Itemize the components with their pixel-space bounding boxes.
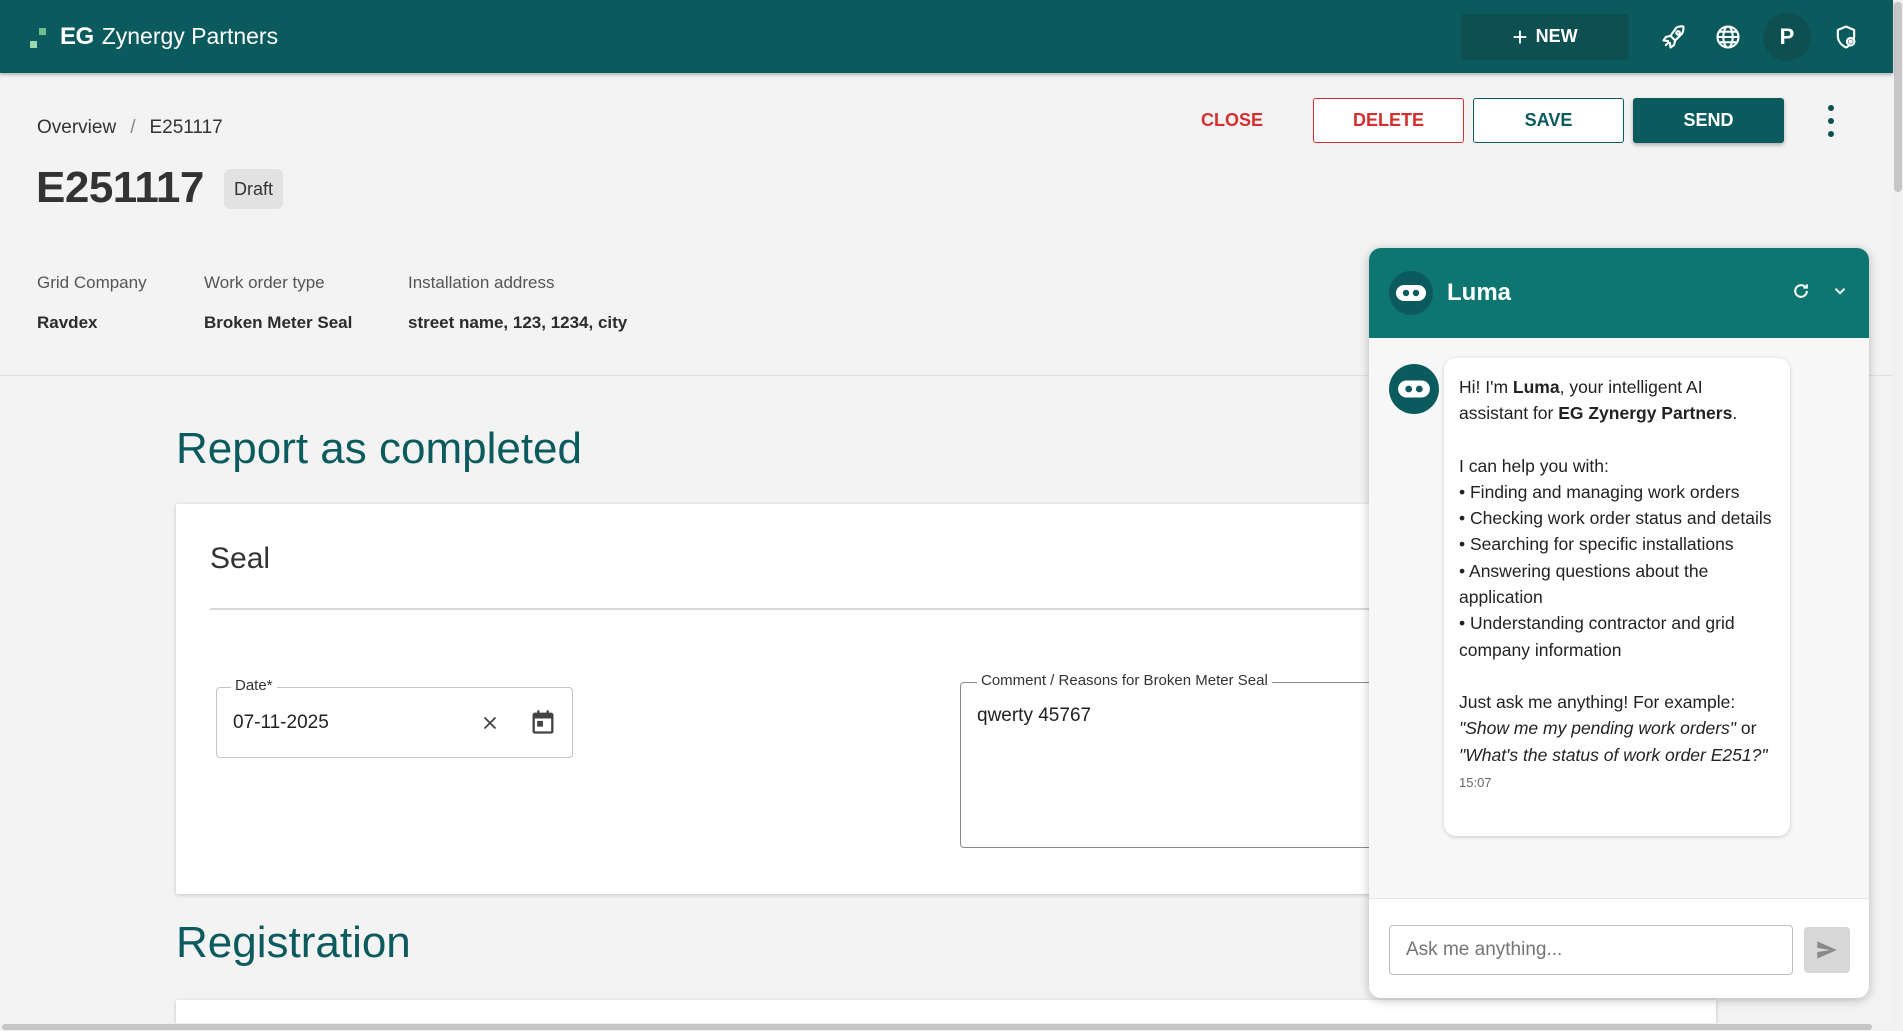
registration-section-title: Registration: [176, 918, 411, 967]
work-order-type-label: Work order type: [204, 273, 325, 292]
installation-address-value: street name, 123, 1234, city: [408, 313, 628, 332]
date-field[interactable]: Date* 07-11-2025: [216, 677, 573, 758]
grid-company-label: Grid Company: [37, 273, 147, 292]
brand-logo[interactable]: EG Zynergy Partners: [30, 23, 278, 51]
intro-text: Hi! I'm Luma, your intelligent AI assist…: [1459, 377, 1738, 424]
work-order-type-value: Broken Meter Seal: [204, 313, 353, 332]
calendar-icon[interactable]: [529, 708, 557, 741]
example-text: "Show me my pending work orders" or "Wha…: [1459, 718, 1768, 765]
close-button[interactable]: CLOSE: [1201, 110, 1263, 131]
status-badge: Draft: [224, 169, 284, 209]
globe-icon[interactable]: [1707, 16, 1749, 58]
report-section-title: Report as completed: [176, 424, 582, 473]
horizontal-scrollbar[interactable]: [0, 1023, 1893, 1031]
assistant-message: Hi! I'm Luma, your intelligent AI assist…: [1444, 358, 1790, 836]
brand-name: Zynergy Partners: [101, 23, 279, 49]
message-timestamp: 15:07: [1459, 774, 1492, 790]
list-item: • Checking work order status and details: [1459, 508, 1772, 529]
send-message-button[interactable]: [1804, 927, 1850, 973]
close-icon[interactable]: [479, 712, 501, 739]
list-item: • Searching for specific installations: [1459, 534, 1734, 555]
chevron-down-icon[interactable]: [1831, 282, 1849, 305]
list-item: • Understanding contractor and grid comp…: [1459, 613, 1735, 660]
comment-field-value[interactable]: qwerty 45767: [977, 705, 1091, 727]
send-icon: [1817, 941, 1837, 959]
list-item: • Answering questions about the applicat…: [1459, 560, 1709, 608]
seal-card-title: Seal: [210, 542, 271, 575]
chat-input[interactable]: [1389, 925, 1793, 975]
top-app-bar: EG Zynergy Partners + NEW P: [0, 0, 1893, 73]
vertical-scrollbar[interactable]: [1893, 0, 1903, 1031]
breadcrumb-separator: /: [130, 117, 136, 138]
date-field-label: Date*: [231, 677, 277, 694]
bot-icon: [1389, 271, 1433, 315]
chat-footer: [1369, 898, 1869, 998]
new-button-label: NEW: [1535, 26, 1578, 46]
example-lead: Just ask me anything! For example:: [1459, 691, 1736, 712]
grid-company-value: Ravdex: [37, 313, 98, 332]
luma-chat-panel: Luma Hi! I'm Luma, your intelligent AI a…: [1369, 248, 1869, 998]
chat-messages[interactable]: Hi! I'm Luma, your intelligent AI assist…: [1369, 338, 1869, 898]
brand-mark-icon: [30, 26, 52, 48]
breadcrumb-overview-link[interactable]: Overview: [37, 117, 116, 139]
rocket-icon[interactable]: [1653, 16, 1695, 58]
date-field-value[interactable]: 07-11-2025: [233, 712, 329, 734]
bot-icon: [1389, 364, 1439, 414]
new-button[interactable]: + NEW: [1461, 13, 1629, 60]
user-avatar[interactable]: P: [1763, 12, 1811, 61]
chat-title: Luma: [1447, 279, 1512, 306]
installation-address-label: Installation address: [408, 273, 555, 292]
plus-icon: +: [1512, 21, 1528, 52]
brand-short: EG: [60, 22, 94, 50]
page-title: E251117: [36, 163, 204, 212]
list-item: • Finding and managing work orders: [1459, 481, 1740, 502]
comment-field-label: Comment / Reasons for Broken Meter Seal: [977, 672, 1272, 689]
chat-header: Luma: [1369, 248, 1869, 338]
save-button[interactable]: SAVE: [1473, 98, 1624, 143]
breadcrumb: Overview / E251117: [37, 117, 223, 139]
breadcrumb-current: E251117: [149, 117, 223, 138]
refresh-icon[interactable]: [1791, 281, 1811, 306]
help-heading: I can help you with:: [1459, 455, 1609, 476]
send-button[interactable]: SEND: [1633, 98, 1784, 143]
shield-gear-icon[interactable]: [1825, 16, 1867, 58]
more-options-icon[interactable]: [1819, 101, 1843, 141]
delete-button[interactable]: DELETE: [1313, 98, 1464, 143]
